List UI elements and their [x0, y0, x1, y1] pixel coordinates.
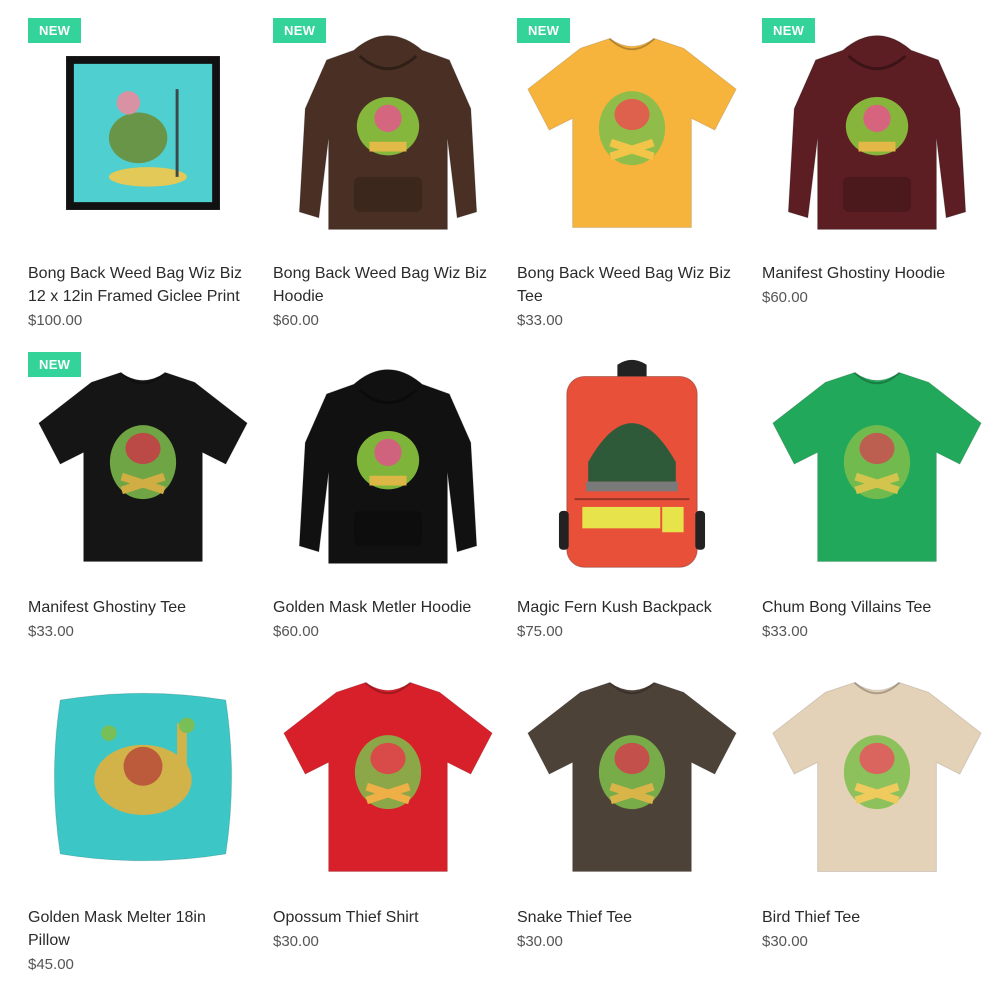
- product-price: $60.00: [273, 623, 319, 640]
- product-image-link[interactable]: NEW: [28, 18, 258, 248]
- tee-shirt-image: [772, 371, 982, 562]
- hoodie-image: [298, 35, 478, 230]
- product-title-link[interactable]: Opossum Thief Shirt: [273, 906, 503, 929]
- product-title-link[interactable]: Chum Bong Villains Tee: [762, 596, 992, 619]
- product-title-line: Manifest Ghostiny Hoodie: [762, 265, 946, 282]
- product-price: $30.00: [762, 933, 808, 950]
- product-image-link[interactable]: [517, 662, 747, 892]
- product-image-link[interactable]: [517, 352, 747, 582]
- tee-shirt-image: [772, 681, 982, 872]
- product-image-link[interactable]: NEW: [517, 18, 747, 248]
- product-price: $45.00: [28, 956, 74, 973]
- product-card[interactable]: Magic Fern Kush Backpack $75.00: [517, 352, 747, 640]
- product-card[interactable]: Bird Thief Tee $30.00: [762, 662, 992, 950]
- product-title-line: Tee: [517, 288, 543, 305]
- product-image-link[interactable]: NEW: [273, 18, 503, 248]
- product-price: $75.00: [517, 623, 563, 640]
- product-title-link[interactable]: Manifest Ghostiny Hoodie: [762, 262, 992, 285]
- product-price: $33.00: [517, 312, 563, 329]
- product-price: $33.00: [762, 623, 808, 640]
- product-title-line: Chum Bong Villains Tee: [762, 599, 932, 616]
- new-badge: NEW: [28, 18, 82, 43]
- product-title-line: Hoodie: [273, 288, 324, 305]
- product-card[interactable]: NEW Bong Back Weed Bag Wiz Biz Tee $33.00: [517, 18, 747, 329]
- product-title-line: Magic Fern Kush Backpack: [517, 599, 712, 616]
- product-price: $33.00: [28, 623, 74, 640]
- product-card[interactable]: Opossum Thief Shirt $30.00: [273, 662, 503, 950]
- new-badge: NEW: [762, 18, 816, 43]
- product-title-link[interactable]: Manifest Ghostiny Tee: [28, 596, 258, 619]
- product-title-line: Golden Mask Melter 18in: [28, 909, 206, 926]
- product-title-link[interactable]: Golden Mask Metler Hoodie: [273, 596, 503, 619]
- product-image-link[interactable]: [28, 662, 258, 892]
- product-grid: NEW Bong Back Weed Bag Wiz Biz 12 x 12in F…: [0, 0, 1002, 992]
- product-title-line: Bird Thief Tee: [762, 909, 861, 926]
- product-image-link[interactable]: NEW: [762, 18, 992, 248]
- product-card[interactable]: Golden Mask Melter 18in Pillow $45.00: [28, 662, 258, 973]
- product-title-link[interactable]: Bong Back Weed Bag Wiz Biz Hoodie: [273, 262, 503, 308]
- product-title-line: Bong Back Weed Bag Wiz Biz: [517, 265, 732, 282]
- product-card[interactable]: NEW Bong Back Weed Bag Wiz Biz Hoodie $60.0…: [273, 18, 503, 329]
- product-price: $100.00: [28, 312, 83, 329]
- hoodie-image: [787, 35, 967, 230]
- product-title-link[interactable]: Bong Back Weed Bag Wiz Biz 12 x 12in Fram…: [28, 262, 258, 308]
- product-title-line: Pillow: [28, 932, 70, 949]
- new-badge: NEW: [28, 352, 82, 377]
- product-title-line: Golden Mask Metler Hoodie: [273, 599, 472, 616]
- product-title-link[interactable]: Bird Thief Tee: [762, 906, 992, 929]
- product-image-link[interactable]: [762, 662, 992, 892]
- hoodie-image: [298, 369, 478, 564]
- product-title-link[interactable]: Magic Fern Kush Backpack: [517, 596, 747, 619]
- tee-shirt-image: [527, 681, 737, 872]
- product-title-line: Snake Thief Tee: [517, 909, 633, 926]
- new-badge: NEW: [273, 18, 327, 43]
- product-title-link[interactable]: Bong Back Weed Bag Wiz Biz Tee: [517, 262, 747, 308]
- product-title-link[interactable]: Snake Thief Tee: [517, 906, 747, 929]
- product-image-link[interactable]: [273, 662, 503, 892]
- new-badge: NEW: [517, 18, 571, 43]
- product-price: $60.00: [762, 289, 808, 306]
- product-title-line: Bong Back Weed Bag Wiz Biz: [273, 265, 488, 282]
- product-card[interactable]: Golden Mask Metler Hoodie $60.00: [273, 352, 503, 640]
- product-price: $60.00: [273, 312, 319, 329]
- product-title-line: Manifest Ghostiny Tee: [28, 599, 187, 616]
- product-price: $30.00: [517, 933, 563, 950]
- framed-print-image: [66, 56, 220, 210]
- product-card[interactable]: Chum Bong Villains Tee $33.00: [762, 352, 992, 640]
- product-image-link[interactable]: [762, 352, 992, 582]
- tee-shirt-image: [283, 681, 493, 872]
- product-title-line: Bong Back Weed Bag Wiz Biz: [28, 265, 243, 282]
- product-card[interactable]: NEW Bong Back Weed Bag Wiz Biz 12 x 12in F…: [28, 18, 258, 329]
- product-title-line: 12 x 12in Framed Giclee Print: [28, 288, 240, 305]
- tee-shirt-image: [38, 371, 248, 562]
- product-card[interactable]: NEW Manifest Ghostiny Hoodie $60.00: [762, 18, 992, 306]
- product-title-link[interactable]: Golden Mask Melter 18in Pillow: [28, 906, 258, 952]
- pillow-image: [53, 692, 233, 862]
- product-card[interactable]: NEW Manifest Ghostiny Tee $33.00: [28, 352, 258, 640]
- product-image-link[interactable]: [273, 352, 503, 582]
- product-price: $30.00: [273, 933, 319, 950]
- tee-shirt-image: [527, 37, 737, 228]
- product-card[interactable]: Snake Thief Tee $30.00: [517, 662, 747, 950]
- backpack-image: [558, 359, 706, 568]
- product-image-link[interactable]: NEW: [28, 352, 258, 582]
- product-title-line: Opossum Thief Shirt: [273, 909, 419, 926]
